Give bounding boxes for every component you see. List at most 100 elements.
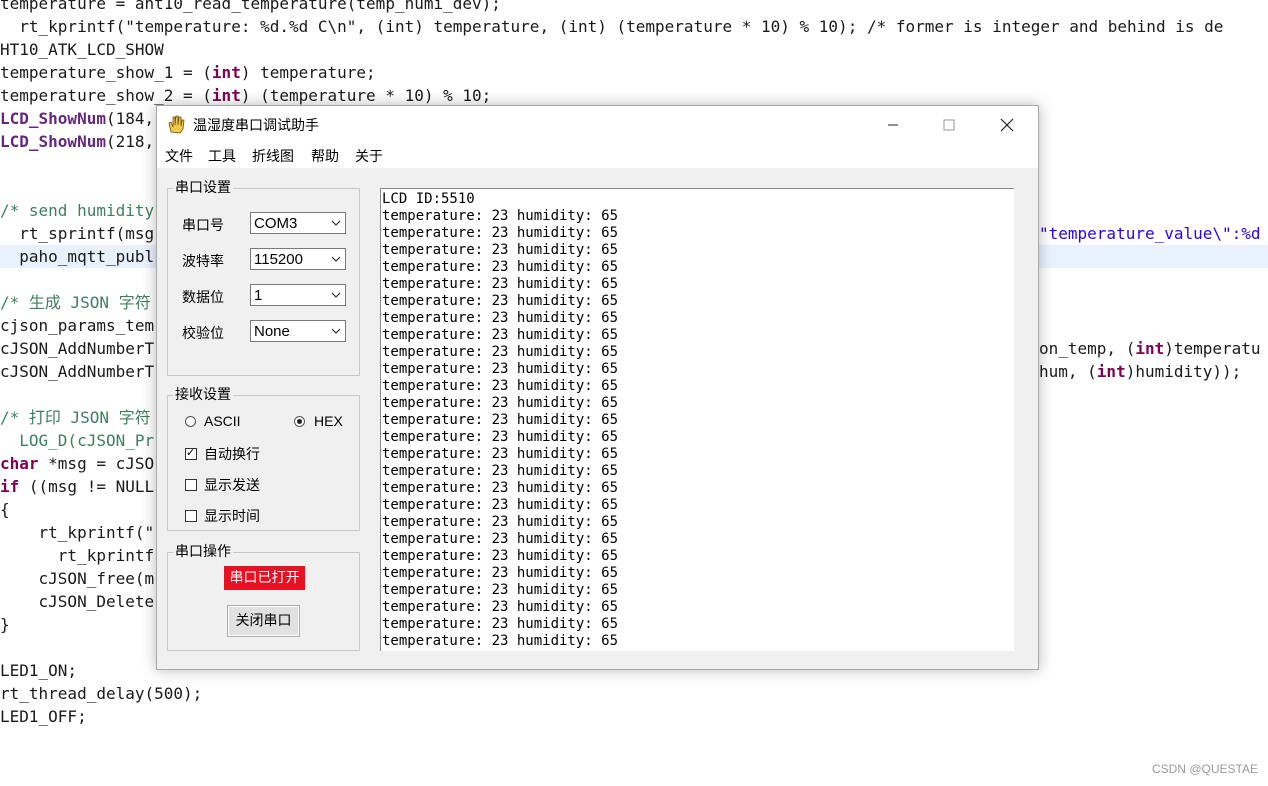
chevron-down-icon	[331, 220, 341, 226]
receive-line: LCD ID:5510	[382, 191, 475, 207]
serial-settings-title: 串口设置	[173, 180, 233, 196]
code-token: rt_kprintf("	[0, 523, 155, 542]
code-token: LOG_D(cJSON_Pr	[0, 431, 155, 450]
menu-bar: 文件 工具 折线图 帮助 关于	[157, 142, 1038, 168]
receive-settings-group: 接收设置 ASCII HEX ✓ 自动换行 显示发送 显示时间	[167, 387, 360, 531]
app-hand-icon	[168, 115, 185, 134]
code-token: on_temp, (	[1039, 339, 1136, 358]
receive-line: temperature: 23 humidity: 65	[382, 259, 619, 275]
receive-line: temperature: 23 humidity: 65	[382, 616, 619, 632]
receive-line: temperature: 23 humidity: 65	[382, 497, 619, 513]
maximize-icon	[943, 119, 955, 130]
code-token: char	[0, 454, 39, 473]
serial-ops-title: 串口操作	[173, 544, 233, 560]
code-line: /* send humidity	[0, 199, 154, 222]
receive-line: temperature: 23 humidity: 65	[382, 514, 619, 530]
chevron-down-icon	[331, 292, 341, 298]
code-line: if ((msg != NULL	[0, 475, 154, 498]
code-token: /* send humidity	[0, 201, 155, 220]
code-line: rt_kprintf("temperature: %d.%d C\n", (in…	[0, 15, 1223, 38]
code-line-fragment: hum, (int)humidity));	[1039, 360, 1241, 383]
receive-textarea[interactable]: LCD ID:5510 temperature: 23 humidity: 65 t…	[380, 188, 1014, 651]
code-token: rt_sprintf(msg	[0, 224, 155, 243]
port-label: 串口号	[182, 218, 224, 234]
databits-select[interactable]: 1	[250, 284, 346, 306]
receive-line: temperature: 23 humidity: 65	[382, 548, 619, 564]
code-token: ) temperature;	[240, 63, 376, 82]
close-port-button[interactable]: 关闭串口	[227, 605, 300, 637]
code-token: (184,	[105, 109, 155, 128]
parity-select[interactable]: None	[250, 320, 346, 342]
code-token: )temperatu	[1164, 339, 1261, 358]
receive-settings-title: 接收设置	[173, 387, 233, 403]
menu-help[interactable]: 帮助	[311, 146, 339, 166]
close-button[interactable]	[977, 106, 1037, 142]
menu-tools[interactable]: 工具	[208, 146, 236, 166]
checkbox-auto-wrap[interactable]: ✓	[185, 446, 197, 460]
code-line-fragment: "temperature_value\":%d	[1039, 222, 1261, 245]
code-token: paho_mqtt_publ	[0, 247, 155, 266]
code-line: {	[0, 498, 10, 521]
code-line: cJSON_Delete	[0, 590, 155, 613]
check-icon: ✓	[186, 446, 196, 459]
menu-about[interactable]: 关于	[355, 146, 383, 166]
receive-line: temperature: 23 humidity: 65	[382, 276, 619, 292]
code-token: LCD_ShowNum	[0, 132, 106, 151]
checkbox-show-send[interactable]	[185, 479, 197, 491]
code-line: rt_thread_delay(500);	[0, 682, 202, 705]
code-line: /* 生成 JSON 字符	[0, 291, 151, 314]
code-line: }	[0, 613, 10, 636]
parity-value: None	[254, 323, 290, 340]
receive-line: temperature: 23 humidity: 65	[382, 463, 619, 479]
receive-line: temperature: 23 humidity: 65	[382, 310, 619, 326]
radio-ascii[interactable]	[185, 416, 196, 427]
code-token: ) (temperature * 10) % 10;	[240, 86, 492, 105]
databits-value: 1	[254, 287, 263, 304]
code-token: cJSON_AddNumberT	[0, 339, 155, 358]
receive-line: temperature: 23 humidity: 65	[382, 208, 619, 224]
radio-hex[interactable]	[294, 416, 305, 427]
code-token: cjson_params_tem	[0, 316, 155, 335]
show-send-label: 显示发送	[204, 477, 260, 493]
checkbox-show-time[interactable]	[185, 510, 197, 522]
maximize-button[interactable]	[919, 106, 979, 142]
code-line: temperature_show_1 = (int) temperature;	[0, 61, 376, 84]
code-line: rt_kprintf	[0, 544, 154, 567]
baud-select[interactable]: 115200	[250, 248, 346, 270]
code-line: temperature = aht10_read_temperature(tem…	[0, 0, 501, 15]
code-token: LED1_ON;	[0, 661, 78, 680]
code-line: LOG_D(cJSON_Pr	[0, 429, 154, 452]
code-token: if	[0, 477, 20, 496]
title-bar[interactable]: 温湿度串口调试助手	[157, 106, 1038, 142]
code-token: )humidity));	[1125, 362, 1242, 381]
code-token: {	[0, 500, 10, 519]
port-value: COM3	[254, 215, 298, 232]
code-line: LED1_ON;	[0, 659, 77, 682]
menu-file[interactable]: 文件	[165, 146, 193, 166]
receive-line: temperature: 23 humidity: 65	[382, 599, 619, 615]
receive-line: temperature: 23 humidity: 65	[382, 565, 619, 581]
code-token: rt_thread_delay(500);	[0, 684, 203, 703]
code-line-fragment: on_temp, (int)temperatu	[1039, 337, 1261, 360]
show-time-label: 显示时间	[204, 508, 260, 524]
serial-settings-group: 串口设置 串口号 COM3 波特率 115200 数据位 1 校验位 None	[167, 180, 360, 376]
receive-line: temperature: 23 humidity: 65	[382, 633, 619, 649]
receive-line: temperature: 23 humidity: 65	[382, 480, 619, 496]
code-token: }	[0, 615, 10, 634]
code-line: cJSON_AddNumberT	[0, 337, 154, 360]
receive-line: temperature: 23 humidity: 65	[382, 242, 619, 258]
minimize-button[interactable]	[863, 106, 923, 142]
code-line: temperature_show_2 = (int) (temperature …	[0, 84, 491, 107]
port-select[interactable]: COM3	[250, 212, 346, 234]
baud-label: 波特率	[182, 254, 224, 270]
receive-line: temperature: 23 humidity: 65	[382, 412, 619, 428]
parity-label: 校验位	[182, 326, 224, 342]
code-token: /* 打印 JSON 字符	[0, 408, 151, 427]
menu-line-chart[interactable]: 折线图	[252, 146, 294, 166]
code-line: LED1_OFF;	[0, 705, 87, 728]
radio-hex-label: HEX	[314, 413, 343, 429]
receive-line: temperature: 23 humidity: 65	[382, 225, 619, 241]
code-token: rt_kprintf("temperature: %d.%d C\n", (in…	[0, 17, 1224, 36]
code-line: char *msg = cJSO	[0, 452, 154, 475]
receive-line: temperature: 23 humidity: 65	[382, 378, 619, 394]
